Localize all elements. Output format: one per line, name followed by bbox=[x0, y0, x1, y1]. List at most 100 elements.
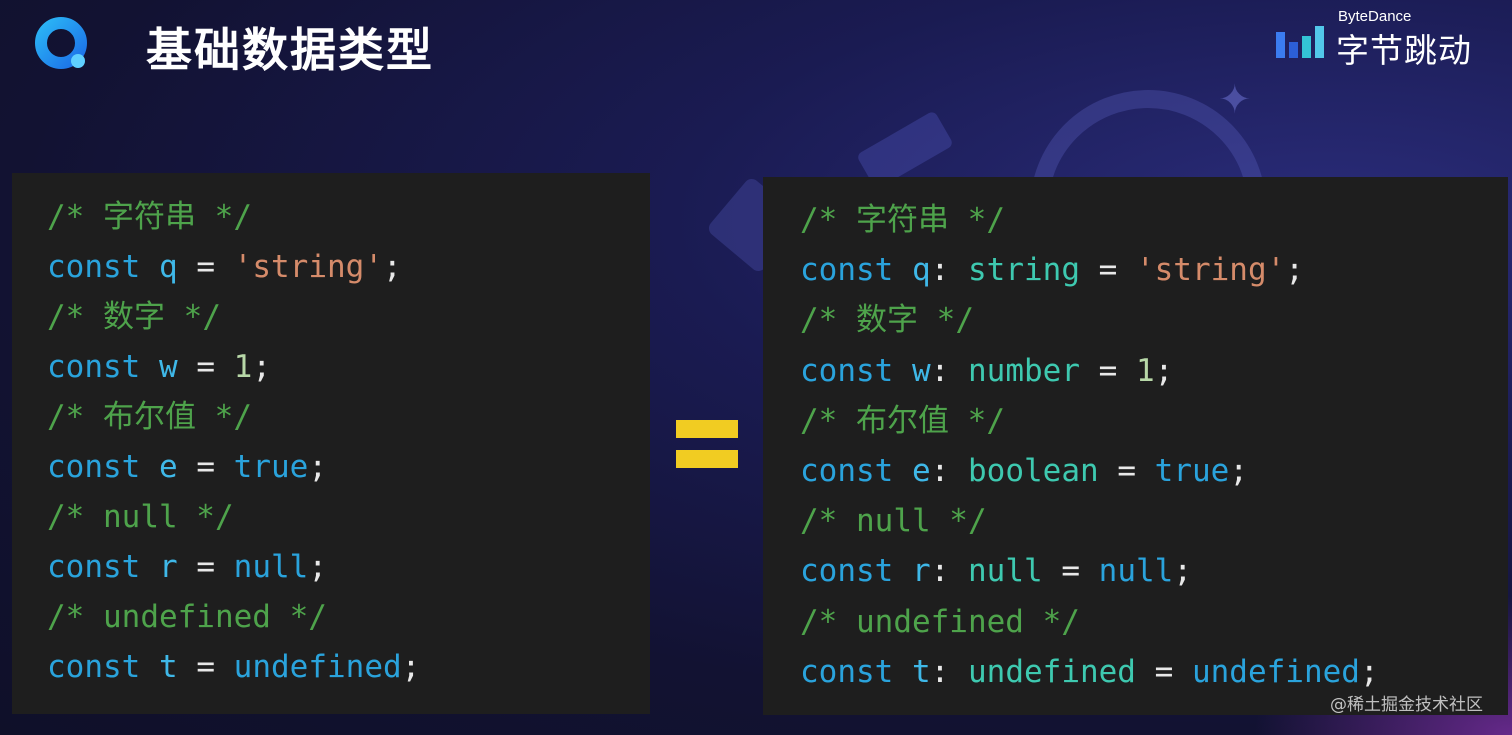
code-token: const bbox=[800, 553, 894, 590]
code-token: number bbox=[968, 352, 1080, 389]
code-token: ; bbox=[1285, 252, 1304, 289]
code-token: e bbox=[912, 452, 931, 489]
code-token: w bbox=[912, 352, 931, 389]
code-line: /* 布尔值 */ bbox=[47, 392, 650, 442]
code-token: const bbox=[47, 449, 141, 485]
code-token: true bbox=[233, 449, 309, 485]
code-token: const bbox=[47, 649, 141, 685]
code-token: /* null */ bbox=[47, 499, 234, 535]
code-token: /* 字符串 */ bbox=[800, 202, 1005, 238]
code-token: = bbox=[1098, 452, 1155, 489]
code-token: : bbox=[930, 653, 968, 690]
watermark: @稀土掘金技术社区 bbox=[1330, 695, 1483, 715]
code-token: const bbox=[47, 249, 141, 285]
code-token: = bbox=[1079, 352, 1136, 389]
star-icon: ✦ bbox=[1218, 77, 1252, 123]
code-line: const q = 'string'; bbox=[47, 242, 650, 292]
code-line: /* null */ bbox=[47, 492, 650, 542]
code-token: = bbox=[177, 449, 234, 485]
code-token: /* undefined */ bbox=[800, 603, 1080, 640]
code-token: /* null */ bbox=[800, 503, 987, 540]
code-token: 'string' bbox=[233, 249, 383, 285]
code-line: /* 字符串 */ bbox=[800, 195, 1508, 245]
code-token: boolean bbox=[968, 452, 1099, 489]
typescript-code-panel: /* 字符串 */ const q: string = 'string'; /* 数… bbox=[763, 177, 1508, 715]
code-token: = bbox=[177, 549, 234, 585]
code-token: /* undefined */ bbox=[47, 599, 327, 635]
code-token: true bbox=[1154, 452, 1230, 489]
code-token: q bbox=[912, 252, 931, 289]
code-token: null bbox=[968, 553, 1043, 590]
code-token: const bbox=[47, 349, 141, 385]
code-token: ; bbox=[1173, 553, 1192, 590]
code-token: ; bbox=[382, 249, 402, 285]
code-token: ; bbox=[401, 649, 421, 685]
code-token: = bbox=[177, 349, 234, 385]
code-token: 'string' bbox=[1135, 252, 1286, 289]
code-token: = bbox=[1079, 252, 1136, 289]
equals-bar bbox=[676, 420, 738, 438]
code-line: /* 字符串 */ bbox=[47, 192, 650, 242]
code-line: const t = undefined; bbox=[47, 642, 650, 692]
brand-name-en: ByteDance bbox=[1338, 8, 1412, 25]
code-line: /* undefined */ bbox=[47, 592, 650, 642]
code-token: ; bbox=[308, 549, 327, 585]
code-line: const w: number = 1; bbox=[800, 346, 1508, 396]
app-logo-icon bbox=[35, 17, 87, 69]
bytedance-logo-icon bbox=[1276, 26, 1324, 58]
javascript-code-panel: /* 字符串 */ const q = 'string'; /* 数字 */ cons… bbox=[12, 173, 650, 714]
code-token: undefined bbox=[968, 653, 1136, 690]
code-token: r bbox=[159, 549, 178, 585]
code-line: const q: string = 'string'; bbox=[800, 245, 1508, 295]
code-token: 1 bbox=[233, 349, 253, 385]
code-token: ; bbox=[252, 349, 272, 385]
code-token: /* 布尔值 */ bbox=[800, 402, 1005, 439]
code-token: r bbox=[912, 553, 931, 590]
code-token: undefined bbox=[233, 649, 402, 685]
code-token: /* 布尔值 */ bbox=[47, 399, 252, 435]
code-line: const e = true; bbox=[47, 442, 650, 492]
brand-logo: ByteDance 字节跳动 bbox=[1272, 8, 1482, 70]
code-line: const r = null; bbox=[47, 542, 650, 592]
code-token: ; bbox=[1359, 653, 1379, 690]
code-line: /* undefined */ bbox=[800, 597, 1508, 647]
code-token: /* 数字 */ bbox=[47, 299, 221, 335]
code-token: ; bbox=[1229, 452, 1248, 489]
code-token: const bbox=[47, 549, 141, 585]
code-token: const bbox=[800, 252, 894, 289]
code-token: null bbox=[233, 549, 309, 585]
code-token: /* 数字 */ bbox=[800, 302, 974, 339]
code-token: t bbox=[159, 649, 178, 685]
code-line: const r: null = null; bbox=[800, 546, 1508, 596]
code-token: : bbox=[930, 252, 968, 289]
code-token: const bbox=[800, 653, 894, 690]
code-token: e bbox=[159, 449, 178, 485]
code-line: /* 数字 */ bbox=[47, 292, 650, 342]
code-line: const e: boolean = true; bbox=[800, 446, 1508, 496]
code-line: /* 布尔值 */ bbox=[800, 396, 1508, 446]
code-token: string bbox=[968, 252, 1080, 289]
page-title: 基础数据类型 bbox=[146, 23, 434, 77]
code-token: undefined bbox=[1191, 653, 1360, 690]
code-token: = bbox=[177, 649, 234, 685]
code-token: = bbox=[177, 249, 234, 285]
code-token: w bbox=[159, 349, 178, 385]
code-token: /* 字符串 */ bbox=[47, 199, 252, 235]
code-token: const bbox=[800, 352, 894, 389]
code-token: = bbox=[1135, 653, 1192, 690]
code-token: ; bbox=[308, 449, 327, 485]
code-token: : bbox=[930, 352, 968, 389]
brand-name-cn: 字节跳动 bbox=[1336, 31, 1472, 70]
code-token: ; bbox=[1154, 352, 1174, 389]
equals-icon bbox=[676, 420, 738, 468]
code-token: q bbox=[159, 249, 178, 285]
code-line: /* 数字 */ bbox=[800, 295, 1508, 345]
